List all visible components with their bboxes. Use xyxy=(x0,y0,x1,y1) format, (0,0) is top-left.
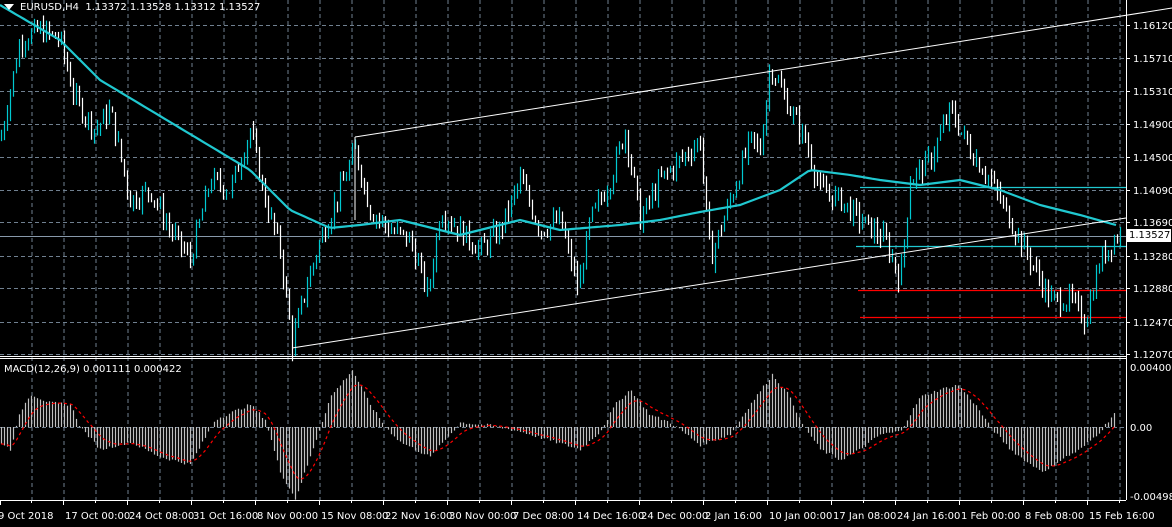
price-label: 1.14900 xyxy=(1133,120,1172,131)
macd-axis-label: -0.00498 xyxy=(1130,492,1172,503)
price-label: 1.12470 xyxy=(1133,318,1172,329)
moving-average-line xyxy=(0,4,1117,237)
time-label: 15 Nov 08:00 xyxy=(321,511,388,522)
price-label: 1.12880 xyxy=(1133,284,1172,295)
price-label: 1.12070 xyxy=(1133,350,1172,361)
time-label: 9 Oct 2018 xyxy=(0,511,53,522)
price-label: 1.15310 xyxy=(1133,87,1172,98)
current-price-tag: 1.13527 xyxy=(1126,229,1171,242)
time-label: 7 Dec 08:00 xyxy=(513,511,574,522)
macd-label: MACD(12,26,9) 0.001111 0.000422 xyxy=(4,364,182,375)
grid xyxy=(0,0,1126,500)
time-label: 10 Jan 00:00 xyxy=(769,511,832,522)
time-label: 1 Feb 00:00 xyxy=(961,511,1020,522)
time-label: 17 Oct 00:00 xyxy=(65,511,130,522)
channel-upper-line xyxy=(354,7,1172,138)
time-label: 17 Jan 08:00 xyxy=(833,511,896,522)
price-chart[interactable]: 1.16120 1.15710 1.15310 1.14900 1.14500 1.140… xyxy=(0,0,1172,527)
time-label: 2 Jan 16:00 xyxy=(705,511,762,522)
horizontal-levels[interactable] xyxy=(0,186,1126,319)
time-label: 24 Dec 00:00 xyxy=(641,511,708,522)
price-axis: 1.16120 1.15710 1.15310 1.14900 1.14500 1.140… xyxy=(1126,21,1172,503)
price-bars xyxy=(0,15,1122,362)
price-label: 1.13690 xyxy=(1133,218,1172,229)
price-label: 1.13280 xyxy=(1133,252,1172,263)
macd-axis-label: 0.00 xyxy=(1130,423,1152,434)
price-label: 1.14090 xyxy=(1133,186,1172,197)
chart-frame xyxy=(0,0,1127,501)
time-axis: 9 Oct 2018 17 Oct 00:0024 Oct 08:0031 Oct… xyxy=(0,500,1155,522)
time-label: 15 Feb 16:00 xyxy=(1089,511,1155,522)
time-label: 30 Nov 00:00 xyxy=(449,511,516,522)
chart-title: EURUSD,H4 1.13372 1.13528 1.13312 1.1352… xyxy=(4,2,261,13)
time-label: 24 Jan 16:00 xyxy=(897,511,960,522)
macd-histogram xyxy=(0,370,1116,500)
time-label: 22 Nov 16:00 xyxy=(385,511,452,522)
price-label: 1.14500 xyxy=(1133,153,1172,164)
time-label: 24 Oct 08:00 xyxy=(129,511,194,522)
ohlc-values: 1.13372 1.13528 1.13312 1.13527 xyxy=(85,2,261,13)
time-label: 14 Dec 16:00 xyxy=(577,511,644,522)
time-label: 31 Oct 16:00 xyxy=(193,511,258,522)
price-label: 1.16120 xyxy=(1133,21,1172,32)
price-label: 1.15710 xyxy=(1133,54,1172,65)
symbol: EURUSD,H4 xyxy=(20,2,80,13)
time-label: 8 Nov 00:00 xyxy=(257,511,318,522)
macd-axis-label: 0.004009 xyxy=(1130,363,1172,374)
moving-average xyxy=(0,4,1117,237)
dropdown-arrow-icon[interactable] xyxy=(4,4,14,10)
time-label: 8 Feb 08:00 xyxy=(1025,511,1084,522)
trendlines[interactable] xyxy=(291,7,1172,349)
